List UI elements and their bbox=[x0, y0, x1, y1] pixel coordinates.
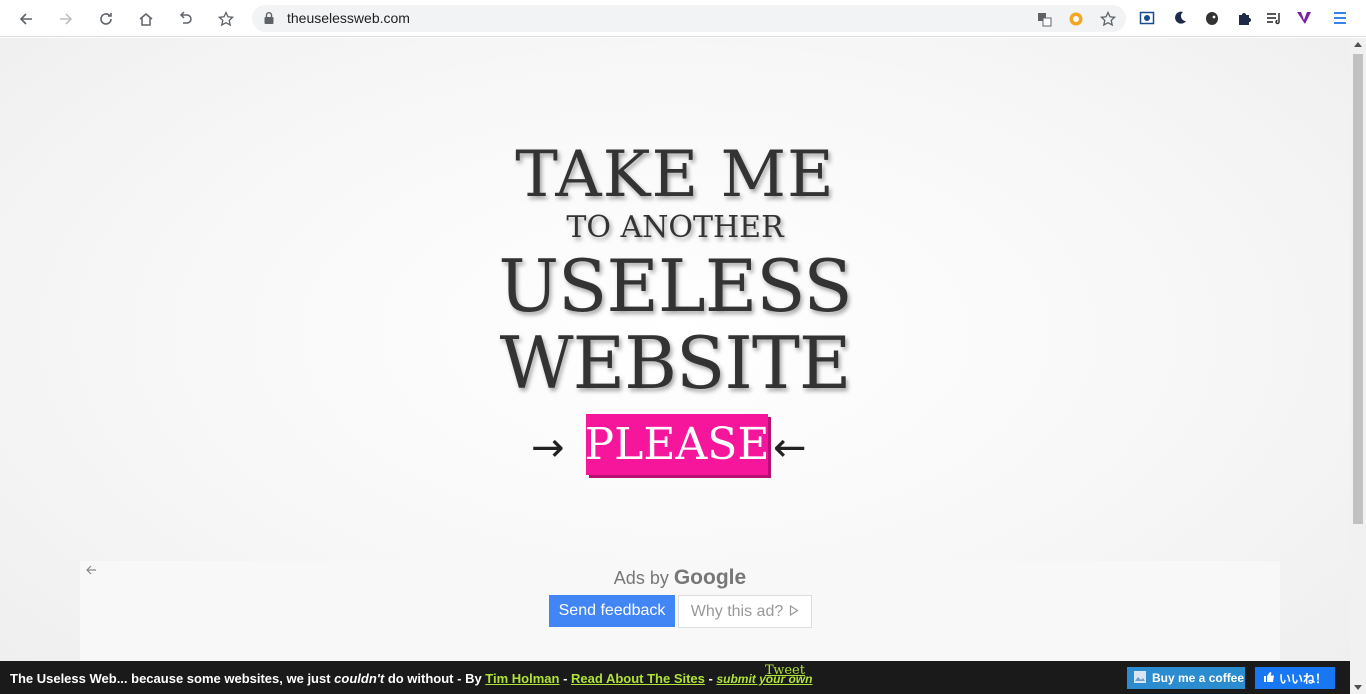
footer-middle: do without - By bbox=[384, 671, 486, 686]
back-icon[interactable] bbox=[13, 6, 39, 32]
ad-container: Ads by Google Send feedback Why this ad? bbox=[80, 561, 1280, 671]
undo-icon[interactable] bbox=[173, 6, 199, 32]
why-this-ad-label: Why this ad? bbox=[690, 602, 784, 620]
headline-take-me: TAKE ME bbox=[515, 138, 835, 212]
vivaldi-v-icon[interactable] bbox=[1294, 8, 1314, 28]
page-scrollbar[interactable] bbox=[1350, 38, 1366, 694]
headline-useless: USELESS bbox=[498, 244, 852, 328]
forward-icon[interactable] bbox=[53, 6, 79, 32]
scroll-up-arrow-icon[interactable] bbox=[1354, 42, 1362, 47]
coffee-label: Buy me a coffee bbox=[1152, 671, 1245, 685]
extensions-puzzle-icon[interactable] bbox=[1234, 8, 1254, 28]
footer-prefix: The Useless Web... because some websites… bbox=[10, 671, 335, 686]
ads-by-google: Ads by Google bbox=[80, 566, 1280, 590]
footer-sep-1: - bbox=[559, 671, 572, 686]
browser-toolbar: theuselessweb.com bbox=[0, 0, 1366, 37]
buy-me-a-coffee-button[interactable]: Buy me a coffee bbox=[1127, 667, 1245, 689]
page-content: TAKE ME TO ANOTHER USELESS WEBSITE → PLE… bbox=[0, 38, 1350, 694]
thumbs-up-icon bbox=[1263, 671, 1275, 686]
coffee-image-icon bbox=[1133, 670, 1147, 687]
honey-extension-icon[interactable] bbox=[1066, 9, 1086, 29]
send-feedback-button[interactable]: Send feedback bbox=[549, 595, 675, 627]
reload-icon[interactable] bbox=[93, 6, 119, 32]
translate-icon[interactable] bbox=[1034, 9, 1054, 29]
adchoices-icon bbox=[789, 604, 799, 619]
bookmark-star-icon[interactable] bbox=[1098, 9, 1118, 29]
footer-text: The Useless Web... because some websites… bbox=[10, 671, 812, 686]
scrollbar-thumb[interactable] bbox=[1353, 54, 1363, 524]
bookmark-star-icon[interactable] bbox=[213, 6, 239, 32]
evernote-icon[interactable] bbox=[1202, 8, 1222, 28]
facebook-like-button[interactable]: いいね！ bbox=[1255, 667, 1335, 689]
dark-mode-icon[interactable] bbox=[1170, 8, 1190, 28]
author-link[interactable]: Tim Holman bbox=[485, 671, 559, 686]
headline-to-another: TO ANOTHER bbox=[566, 210, 784, 245]
tweet-link[interactable]: Tweet bbox=[765, 663, 805, 678]
google-logo-text: Google bbox=[673, 566, 747, 589]
screen-capture-icon[interactable] bbox=[1137, 8, 1157, 28]
reading-list-icon[interactable] bbox=[1264, 8, 1284, 28]
footer-bar: The Useless Web... because some websites… bbox=[0, 661, 1350, 694]
footer-emphasis: couldn't bbox=[334, 671, 385, 686]
read-about-sites-link[interactable]: Read About The Sites bbox=[571, 671, 705, 686]
why-this-ad-button[interactable]: Why this ad? bbox=[678, 595, 812, 628]
headline-website: WEBSITE bbox=[499, 321, 852, 405]
please-button[interactable]: PLEASE bbox=[585, 414, 770, 475]
arrow-right-icon: → bbox=[531, 425, 565, 471]
scroll-down-arrow-icon[interactable] bbox=[1354, 685, 1362, 690]
footer-sep-2: - bbox=[704, 671, 717, 686]
like-label: いいね！ bbox=[1278, 671, 1327, 686]
lock-icon bbox=[263, 11, 275, 25]
address-bar[interactable]: theuselessweb.com bbox=[252, 5, 1126, 32]
home-icon[interactable] bbox=[133, 6, 159, 32]
arrow-left-icon: ← bbox=[773, 425, 807, 471]
menu-icon[interactable] bbox=[1330, 8, 1350, 28]
url-text[interactable]: theuselessweb.com bbox=[287, 10, 410, 26]
ads-by-label: Ads by bbox=[613, 568, 669, 588]
